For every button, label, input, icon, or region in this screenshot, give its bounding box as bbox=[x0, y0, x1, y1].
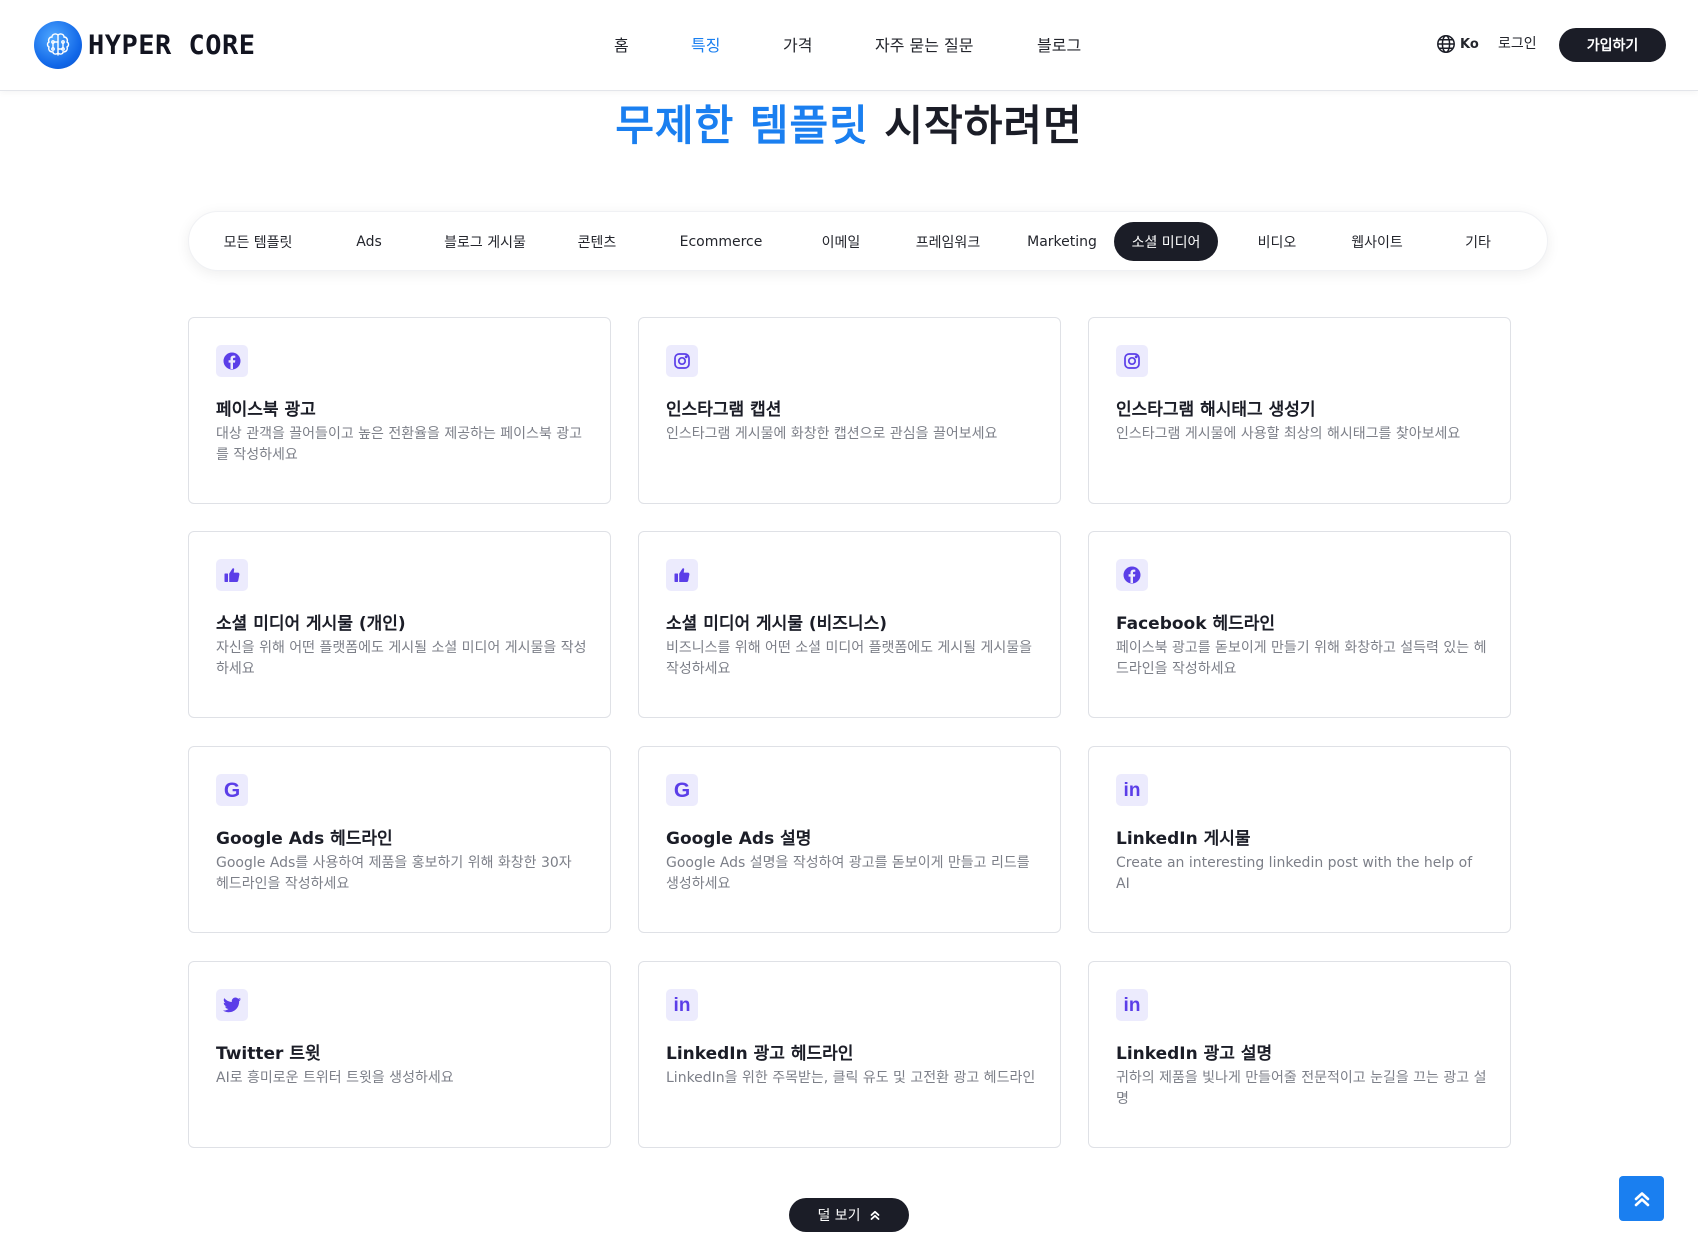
tab-framework[interactable]: 프레임워크 bbox=[895, 222, 1001, 261]
tab-content[interactable]: 콘텐츠 bbox=[560, 222, 634, 261]
card-description: Google Ads를 사용하여 제품을 홍보하기 위해 화창한 30자 헤드라… bbox=[216, 855, 572, 892]
language-label: Ko bbox=[1460, 36, 1479, 52]
linkedin-icon: in bbox=[666, 989, 698, 1021]
top-navbar: HYPER CORE 홈 특징 가격 자주 묻는 질문 블로그 Ko 로그인 가… bbox=[0, 0, 1698, 91]
card-title: Google Ads 헤드라인 bbox=[216, 829, 393, 849]
card-description: 비즈니스를 위해 어떤 소셜 미디어 플랫폼에도 게시될 게시물을 작성하세요 bbox=[666, 640, 1033, 677]
tab-ecommerce[interactable]: Ecommerce bbox=[658, 222, 784, 261]
tab-social-media[interactable]: 소셜 미디어 bbox=[1114, 222, 1218, 261]
card-description: AI로 흥미로운 트위터 트윗을 생성하세요 bbox=[216, 1070, 454, 1086]
template-card-twitter-tweet[interactable]: Twitter 트윗 AI로 흥미로운 트위터 트윗을 생성하세요 bbox=[188, 961, 611, 1148]
linkedin-icon: in bbox=[1116, 774, 1148, 806]
nav-blog[interactable]: 블로그 bbox=[1037, 32, 1081, 56]
tab-ads[interactable]: Ads bbox=[337, 222, 401, 261]
card-title: 인스타그램 캡션 bbox=[666, 400, 782, 420]
template-card-google-ads-description[interactable]: G Google Ads 설명 Google Ads 설명을 작성하여 광고를 … bbox=[638, 746, 1061, 933]
linkedin-icon: in bbox=[1116, 989, 1148, 1021]
instagram-icon bbox=[666, 345, 698, 377]
card-title: 소셜 미디어 게시물 (비즈니스) bbox=[666, 614, 887, 634]
template-card-linkedin-ad-headline[interactable]: in LinkedIn 광고 헤드라인 LinkedIn을 위한 주목받는, 클… bbox=[638, 961, 1061, 1148]
template-card-facebook-headline[interactable]: Facebook 헤드라인 페이스북 광고를 돋보이게 만들기 위해 화창하고 … bbox=[1088, 531, 1511, 718]
brand-name: HYPER CORE bbox=[88, 29, 256, 61]
card-description: Create an interesting linkedin post with… bbox=[1116, 855, 1473, 892]
template-card-social-post-business[interactable]: 소셜 미디어 게시물 (비즈니스) 비즈니스를 위해 어떤 소셜 미디어 플랫폼… bbox=[638, 531, 1061, 718]
scroll-to-top-button[interactable] bbox=[1619, 1176, 1664, 1221]
show-less-button[interactable]: 덜 보기 bbox=[789, 1198, 909, 1232]
brand-logo[interactable]: HYPER CORE bbox=[34, 21, 256, 69]
thumbs-up-icon bbox=[216, 559, 248, 591]
card-description: LinkedIn을 위한 주목받는, 클릭 유도 및 고전환 광고 헤드라인 bbox=[666, 1070, 1036, 1086]
card-title: 페이스북 광고 bbox=[216, 400, 316, 420]
card-title: LinkedIn 게시물 bbox=[1116, 829, 1251, 849]
tab-blog-posts[interactable]: 블로그 게시물 bbox=[430, 222, 540, 261]
facebook-icon bbox=[216, 345, 248, 377]
double-chevron-up-icon bbox=[1634, 1191, 1649, 1206]
tab-email[interactable]: 이메일 bbox=[804, 222, 878, 261]
tab-website[interactable]: 웹사이트 bbox=[1330, 222, 1424, 261]
page-title: 무제한 템플릿 시작하려면 bbox=[0, 92, 1698, 153]
tab-video[interactable]: 비디오 bbox=[1240, 222, 1314, 261]
login-link[interactable]: 로그인 bbox=[1498, 33, 1537, 53]
nav-pricing[interactable]: 가격 bbox=[783, 32, 812, 56]
card-title: 인스타그램 해시태그 생성기 bbox=[1116, 400, 1316, 420]
card-description: Google Ads 설명을 작성하여 광고를 돋보이게 만들고 리드를 생성하… bbox=[666, 855, 1030, 892]
card-description: 인스타그램 게시물에 사용할 최상의 해시태그를 찾아보세요 bbox=[1116, 426, 1461, 442]
template-card-linkedin-ad-description[interactable]: in LinkedIn 광고 설명 귀하의 제품을 빛나게 만들어줄 전문적이고… bbox=[1088, 961, 1511, 1148]
nav-features[interactable]: 특징 bbox=[691, 32, 720, 56]
show-less-label: 덜 보기 bbox=[817, 1208, 861, 1224]
template-card-google-ads-headline[interactable]: G Google Ads 헤드라인 Google Ads를 사용하여 제품을 홍… bbox=[188, 746, 611, 933]
card-title: Twitter 트윗 bbox=[216, 1044, 321, 1064]
instagram-icon bbox=[1116, 345, 1148, 377]
card-description: 대상 관객을 끌어들이고 높은 전환율을 제공하는 페이스북 광고를 작성하세요 bbox=[216, 426, 583, 463]
template-card-instagram-hashtag[interactable]: 인스타그램 해시태그 생성기 인스타그램 게시물에 사용할 최상의 해시태그를 … bbox=[1088, 317, 1511, 504]
page-title-rest: 시작하려면 bbox=[868, 101, 1083, 150]
card-title: LinkedIn 광고 헤드라인 bbox=[666, 1044, 854, 1064]
card-title: LinkedIn 광고 설명 bbox=[1116, 1044, 1273, 1064]
globe-icon bbox=[1437, 35, 1455, 53]
card-description: 인스타그램 게시물에 화창한 캡션으로 관심을 끌어보세요 bbox=[666, 426, 998, 442]
signup-button[interactable]: 가입하기 bbox=[1559, 28, 1666, 62]
brain-logo-icon bbox=[34, 21, 82, 69]
double-chevron-up-icon bbox=[870, 1210, 879, 1220]
card-title: 소셜 미디어 게시물 (개인) bbox=[216, 614, 406, 634]
nav-home[interactable]: 홈 bbox=[614, 32, 629, 56]
language-selector[interactable]: Ko bbox=[1436, 34, 1479, 54]
facebook-icon bbox=[1116, 559, 1148, 591]
card-title: Facebook 헤드라인 bbox=[1116, 614, 1276, 634]
page-title-highlight: 무제한 템플릿 bbox=[615, 101, 869, 150]
thumbs-up-icon bbox=[666, 559, 698, 591]
template-card-linkedin-post[interactable]: in LinkedIn 게시물 Create an interesting li… bbox=[1088, 746, 1511, 933]
card-title: Google Ads 설명 bbox=[666, 829, 812, 849]
tab-other[interactable]: 기타 bbox=[1443, 222, 1513, 261]
google-icon: G bbox=[216, 774, 248, 806]
template-card-social-post-personal[interactable]: 소셜 미디어 게시물 (개인) 자신을 위해 어떤 플랫폼에도 게시될 소셜 미… bbox=[188, 531, 611, 718]
nav-faq[interactable]: 자주 묻는 질문 bbox=[875, 32, 974, 56]
template-card-facebook-ads[interactable]: 페이스북 광고 대상 관객을 끌어들이고 높은 전환율을 제공하는 페이스북 광… bbox=[188, 317, 611, 504]
tab-all-templates[interactable]: 모든 템플릿 bbox=[207, 222, 309, 261]
twitter-icon bbox=[216, 989, 248, 1021]
card-description: 귀하의 제품을 빛나게 만들어줄 전문적이고 눈길을 끄는 광고 설명 bbox=[1116, 1070, 1487, 1107]
google-icon: G bbox=[666, 774, 698, 806]
category-tabs: 모든 템플릿 Ads 블로그 게시물 콘텐츠 Ecommerce 이메일 프레임… bbox=[188, 211, 1548, 271]
card-description: 페이스북 광고를 돋보이게 만들기 위해 화창하고 설득력 있는 헤드라인을 작… bbox=[1116, 640, 1487, 677]
template-card-instagram-caption[interactable]: 인스타그램 캡션 인스타그램 게시물에 화창한 캡션으로 관심을 끌어보세요 bbox=[638, 317, 1061, 504]
tab-marketing[interactable]: Marketing bbox=[1007, 222, 1117, 261]
card-description: 자신을 위해 어떤 플랫폼에도 게시될 소셜 미디어 게시물을 작성하세요 bbox=[216, 640, 587, 677]
